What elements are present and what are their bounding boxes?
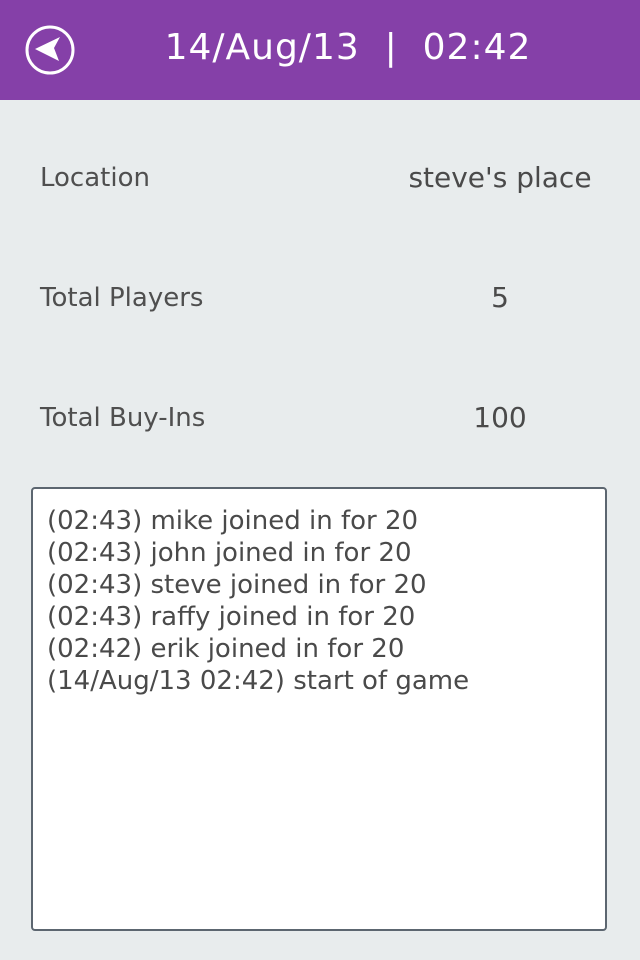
log-line: (02:43) mike joined in for 20 bbox=[47, 506, 419, 536]
total-players-value: 5 bbox=[491, 281, 509, 314]
log-line: (02:43) john joined in for 20 bbox=[47, 538, 412, 568]
header-bar: 14/Aug/13 | 02:42 bbox=[0, 0, 640, 100]
total-players-row: Total Players 5 bbox=[0, 268, 640, 328]
location-row: Location steve's place bbox=[0, 148, 640, 208]
game-log[interactable]: (02:43) mike joined in for 20 (02:43) jo… bbox=[31, 487, 607, 931]
total-buyins-label: Total Buy-Ins bbox=[40, 403, 206, 433]
log-line: (02:42) erik joined in for 20 bbox=[47, 634, 405, 664]
total-buyins-row: Total Buy-Ins 100 bbox=[0, 388, 640, 448]
header-title: 14/Aug/13 | 02:42 bbox=[164, 27, 532, 68]
back-button[interactable] bbox=[24, 24, 76, 76]
location-label: Location bbox=[40, 163, 150, 193]
log-line: (14/Aug/13 02:42) start of game bbox=[47, 666, 470, 696]
total-players-label: Total Players bbox=[40, 283, 204, 313]
log-line: (02:43) steve joined in for 20 bbox=[47, 570, 427, 600]
total-buyins-value: 100 bbox=[473, 401, 527, 434]
location-value: steve's place bbox=[408, 161, 592, 194]
log-line: (02:43) raffy joined in for 20 bbox=[47, 602, 416, 632]
back-arrow-icon bbox=[25, 25, 75, 75]
